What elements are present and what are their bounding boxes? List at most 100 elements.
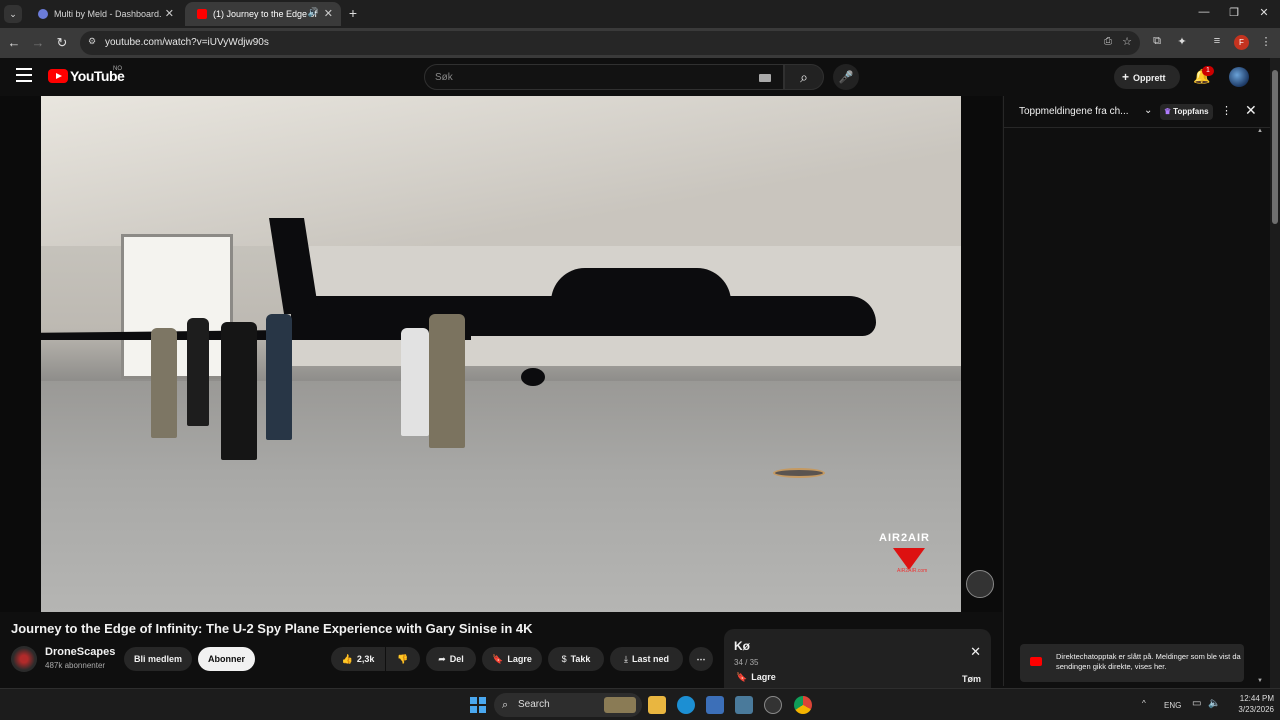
search-button[interactable]: ⌕ (784, 64, 824, 90)
back-icon[interactable]: ← (6, 35, 22, 50)
chevron-down-icon[interactable]: ⌄ (1144, 105, 1152, 116)
queue-save-button[interactable]: 🔖 Lagre (736, 672, 776, 683)
forward-icon[interactable]: → (30, 35, 46, 50)
puzzle-icon[interactable]: ✦ (1174, 35, 1190, 48)
settings-app-icon[interactable] (764, 696, 782, 714)
app-icon[interactable] (735, 696, 753, 714)
reading-list-icon[interactable]: ≡ (1209, 35, 1225, 47)
youtube-logo-icon[interactable] (48, 69, 68, 83)
browser-menu-icon[interactable]: ⋮ (1258, 35, 1274, 48)
chat-scrollbar[interactable]: ▲ ▼ (1257, 128, 1265, 684)
microphone-icon: 🎤 (838, 70, 854, 84)
clock-date: 3/23/2026 (1238, 705, 1274, 714)
video-player[interactable]: AIR2AIR AIR2AIR.com (0, 96, 1002, 612)
scroll-up-icon[interactable]: ▲ (1257, 128, 1265, 134)
channel-watermark-icon[interactable] (966, 570, 994, 598)
close-queue-icon[interactable]: ✕ (970, 644, 981, 660)
meld-favicon-icon (38, 9, 48, 19)
chat-menu-icon[interactable]: ⋮ (1221, 104, 1232, 117)
youtube-header: YouTube NO Søk ⌕ 🎤 + Opprett 🔔 1 (0, 58, 1280, 96)
close-tab-icon[interactable]: ✕ (165, 7, 174, 20)
save-button[interactable]: 🔖 Lagre (482, 647, 542, 671)
video-title: Journey to the Edge of Infinity: The U-2… (11, 621, 533, 636)
minimize-icon[interactable]: — (1194, 6, 1214, 18)
taskbar-search[interactable]: ⌕ Search (494, 693, 642, 717)
install-app-icon[interactable]: ⎙ (1104, 36, 1112, 47)
close-tab-icon[interactable]: ✕ (324, 7, 333, 20)
channel-avatar[interactable] (11, 646, 37, 672)
speaker-icon[interactable]: 🔊 (308, 7, 319, 18)
subscriber-count: 487k abonnenter (45, 661, 106, 670)
like-button[interactable]: 👍 2,3k (331, 647, 385, 671)
edge-browser-icon[interactable] (677, 696, 695, 714)
close-chat-icon[interactable]: ✕ (1245, 102, 1257, 119)
profile-avatar[interactable]: F (1234, 35, 1249, 50)
hangar-roof (41, 96, 961, 246)
queue-title: Kø (734, 639, 750, 653)
account-avatar[interactable] (1229, 67, 1249, 87)
store-icon[interactable] (706, 696, 724, 714)
reload-icon[interactable]: ↻ (54, 35, 70, 51)
browser-tab-meld[interactable]: Multi by Meld - Dashboard. ✕ (26, 2, 182, 26)
restore-icon[interactable]: ❐ (1224, 6, 1244, 19)
tray-overflow-icon[interactable]: ^ (1142, 699, 1146, 708)
page-scrollbar-thumb[interactable] (1272, 70, 1278, 224)
search-highlight-icon (604, 697, 636, 713)
more-actions-button[interactable]: ⋯ (689, 647, 713, 671)
hamburger-menu-icon[interactable] (16, 68, 32, 82)
search-placeholder: Søk (435, 72, 453, 83)
volume-icon[interactable]: 🔈 (1208, 698, 1220, 709)
url-text[interactable]: youtube.com/watch?v=iUVyWdjw90s (105, 37, 269, 48)
close-window-icon[interactable]: ✕ (1254, 6, 1274, 19)
search-icon: ⌕ (502, 699, 509, 711)
create-button[interactable]: + Opprett (1114, 65, 1180, 89)
video-frame[interactable]: AIR2AIR AIR2AIR.com (41, 96, 961, 612)
bookmark-star-icon[interactable]: ☆ (1122, 35, 1132, 48)
share-arrow-icon: ➦ (438, 654, 446, 664)
queue-clear-button[interactable]: Tøm (962, 674, 981, 684)
join-member-button[interactable]: Bli medlem (124, 647, 192, 671)
country-code: NO (113, 66, 122, 72)
browser-tab-strip: ⌄ Multi by Meld - Dashboard. ✕ (1) Journ… (0, 0, 1280, 28)
thumbs-up-icon: 👍 (341, 654, 353, 664)
language-indicator[interactable]: ENG (1164, 701, 1181, 710)
chat-mode-selector[interactable]: Toppmeldingene fra ch... (1019, 106, 1129, 117)
crew-member (151, 328, 177, 438)
channel-name[interactable]: DroneScapes (45, 646, 115, 658)
youtube-play-icon (1030, 657, 1042, 666)
new-tab-icon[interactable]: + (343, 5, 363, 21)
page-scrollbar[interactable] (1270, 58, 1280, 688)
air2air-logo-icon (893, 548, 925, 570)
system-clock[interactable]: 12:44 PM 3/23/2026 (1226, 693, 1274, 715)
thanks-label: Takk (570, 654, 591, 664)
tab-label: Multi by Meld - Dashboard. (54, 9, 162, 19)
more-horizontal-icon: ⋯ (696, 654, 706, 664)
site-info-icon[interactable]: ⚙ (88, 36, 96, 47)
floor-marking (773, 468, 825, 478)
top-fans-badge[interactable]: ♛ Toppfans (1160, 104, 1213, 120)
air2air-watermark: AIR2AIR (879, 532, 931, 544)
chrome-icon[interactable] (794, 696, 812, 714)
keyboard-icon[interactable] (759, 74, 771, 82)
scroll-down-icon[interactable]: ▼ (1257, 678, 1263, 684)
share-button[interactable]: ➦ Del (426, 647, 476, 671)
search-input[interactable]: Søk (424, 64, 784, 90)
voice-search-button[interactable]: 🎤 (833, 64, 859, 90)
file-explorer-icon[interactable] (648, 696, 666, 714)
subscribe-button[interactable]: Abonner (198, 647, 255, 671)
windows-start-icon[interactable] (470, 697, 486, 713)
youtube-favicon-icon (197, 9, 207, 19)
network-icon[interactable]: ▭ (1192, 698, 1201, 709)
queue-position: 34 / 35 (734, 658, 759, 667)
dislike-button[interactable]: 👎 (386, 647, 420, 671)
omnibox[interactable]: ⚙ youtube.com/watch?v=iUVyWdjw90s ⎙ ☆ (80, 31, 1140, 55)
queue-panel: Kø 34 / 35 ✕ 🔖 Lagre Tøm (724, 629, 991, 693)
extensions-icon[interactable]: ⧉ (1149, 35, 1165, 48)
download-icon: ⤓ (624, 654, 628, 664)
bookmark-icon: 🔖 (492, 654, 504, 664)
air2air-url: AIR2AIR.com (897, 568, 928, 574)
browser-tab-youtube[interactable]: (1) Journey to the Edge of I 🔊 ✕ (185, 2, 341, 26)
tab-list-icon[interactable]: ⌄ (4, 5, 22, 23)
thanks-button[interactable]: $ Takk (548, 647, 604, 671)
download-button[interactable]: ⤓ Last ned (610, 647, 683, 671)
